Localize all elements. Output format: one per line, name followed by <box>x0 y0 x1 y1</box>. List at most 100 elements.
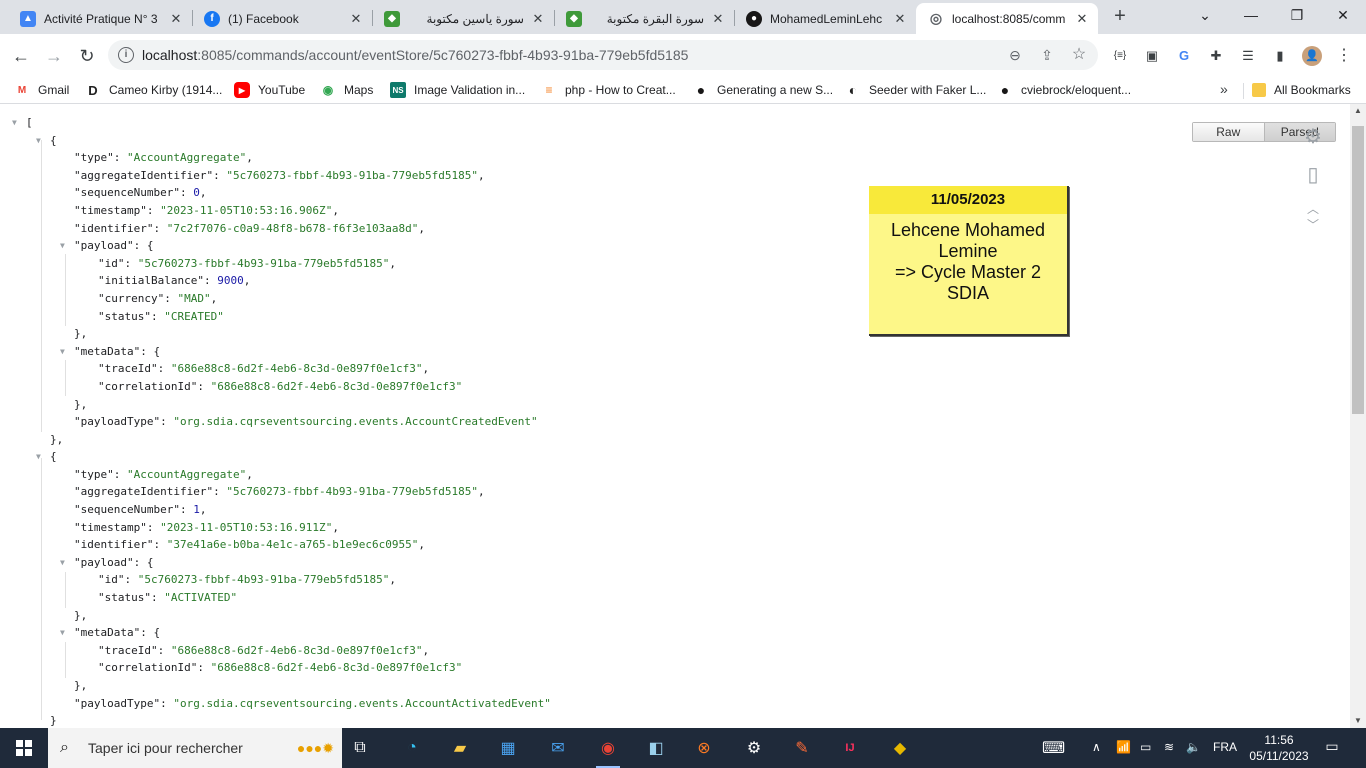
menu-dots-icon[interactable]: ⋮ <box>1334 46 1354 66</box>
bookmark-gmail[interactable]: M Gmail <box>14 81 70 99</box>
notification-center-icon[interactable]: ▭ <box>1322 738 1342 758</box>
collapse-toggle-icon[interactable]: ▼ <box>60 624 70 642</box>
raw-button[interactable]: Raw <box>1193 123 1264 141</box>
close-icon[interactable]: ✕ <box>892 11 908 27</box>
scroll-down-arrow-icon[interactable]: ▼ <box>1350 714 1366 728</box>
file-explorer-icon[interactable]: ▰ <box>440 732 480 764</box>
quran-book-icon: ◆ <box>566 10 582 27</box>
store-icon[interactable]: ▦ <box>488 732 528 764</box>
tab-localhost[interactable]: ◎ localhost:8085/comm ✕ <box>916 3 1098 34</box>
all-bookmarks-button[interactable]: All Bookmarks <box>1252 81 1351 99</box>
bookmark-youtube[interactable]: ▶ YouTube <box>234 81 305 99</box>
collapse-toggle-icon[interactable]: ▼ <box>60 343 70 361</box>
tab-surat-baqara[interactable]: ◆ سورة البقرة مكتوبة ✕ <box>554 3 734 34</box>
back-button[interactable]: ← <box>8 43 34 69</box>
tab-activite[interactable]: ▲ Activité Pratique N° 3 ✕ <box>8 3 192 34</box>
minimize-button[interactable]: — <box>1228 0 1274 30</box>
collapse-toggle-icon[interactable]: ▼ <box>12 114 22 132</box>
json-punct: , <box>210 291 218 305</box>
close-icon[interactable]: ✕ <box>1074 11 1090 27</box>
new-tab-button[interactable]: + <box>1108 5 1132 29</box>
bookmark-seeder-faker[interactable]: ◐ Seeder with Faker L... <box>845 81 987 99</box>
taskbar-clock[interactable]: 11:56 05/11/2023 <box>1248 732 1310 764</box>
url-text[interactable]: localhost:8085/commands/account/eventSto… <box>142 47 688 63</box>
notes-app-icon[interactable]: ◧ <box>636 732 676 764</box>
collapse-toggle-icon[interactable]: ▼ <box>36 448 46 466</box>
tab-github[interactable]: ● MohamedLeminLehc ✕ <box>734 3 916 34</box>
tab-facebook[interactable]: f (1) Facebook ✕ <box>192 3 372 34</box>
media-extension-icon[interactable]: ▣ <box>1142 46 1162 66</box>
xampp-icon[interactable]: ⊗ <box>684 732 724 764</box>
maximize-button[interactable]: ❐ <box>1274 0 1320 30</box>
address-bar[interactable]: i localhost:8085/commands/account/eventS… <box>108 40 1098 70</box>
scroll-up-arrow-icon[interactable]: ▲ <box>1350 104 1366 118</box>
bookmark-star-icon[interactable]: ☆ <box>1070 46 1088 64</box>
tab-surat-yasin[interactable]: ◆ سورة ياسين مكتوبة ✕ <box>372 3 554 34</box>
scrollbar-thumb[interactable] <box>1352 126 1364 414</box>
json-string: "org.sdia.cqrseventsourcing.events.Accou… <box>173 415 538 429</box>
taskbar-search-box[interactable]: ⌕ Taper ici pour rechercher ●●●✹ <box>48 728 342 768</box>
zoom-icon[interactable]: ⊖ <box>1006 46 1024 64</box>
bookmark-cviebrock[interactable]: ● cviebrock/eloquent... <box>997 81 1131 99</box>
json-key: "timestamp" <box>74 203 147 217</box>
collapse-toggle-icon[interactable]: ▼ <box>36 132 46 150</box>
reload-button[interactable]: ↻ <box>74 43 100 69</box>
close-icon[interactable]: ✕ <box>530 11 546 27</box>
volume-icon[interactable]: 🔈 <box>1186 740 1201 754</box>
expand-down-icon[interactable]: ﹀ <box>1300 216 1326 233</box>
json-punct: }, <box>74 397 88 411</box>
edge-icon[interactable]: ◔ <box>392 732 432 764</box>
task-view-icon[interactable]: ⧉ <box>340 732 380 764</box>
chrome-icon[interactable]: ◉ <box>588 732 628 768</box>
close-icon[interactable]: ✕ <box>168 11 184 27</box>
mail-icon[interactable]: ✉ <box>538 732 578 764</box>
site-info-icon[interactable]: i <box>118 47 134 63</box>
json-text: 37e41a6e-b0ba-4e1c-a765-b1e9ec6c0955 <box>173 538 412 552</box>
forward-button[interactable]: → <box>41 43 67 69</box>
json-formatter-extension-icon[interactable]: {≡} <box>1110 46 1130 66</box>
intellij-icon[interactable]: IJ <box>830 732 870 764</box>
json-text: 2023-11-05T10:53:16.911Z <box>166 520 326 534</box>
globe-icon: ◎ <box>928 10 944 27</box>
collapse-toggle-icon[interactable]: ▼ <box>60 237 70 255</box>
close-icon[interactable]: ✕ <box>348 11 364 27</box>
collapse-up-icon[interactable]: ︿ <box>1300 200 1326 217</box>
tray-network-icon[interactable]: 📶 <box>1116 740 1131 754</box>
profile-avatar[interactable]: 👤 <box>1302 46 1322 66</box>
vertical-scrollbar[interactable]: ▲ ▼ <box>1350 104 1366 728</box>
reading-list-icon[interactable]: ☰ <box>1238 46 1258 66</box>
battery-icon[interactable]: ▭ <box>1140 740 1151 754</box>
json-punct: , <box>199 186 207 200</box>
collapse-toggle-icon[interactable]: ▼ <box>60 554 70 572</box>
google-translate-icon[interactable]: G <box>1174 46 1194 66</box>
postman-icon[interactable]: ✎ <box>782 732 822 764</box>
keyboard-icon[interactable]: ⌨ <box>1042 738 1065 758</box>
share-icon[interactable]: ⇪ <box>1038 46 1056 64</box>
bookmark-cameo-kirby[interactable]: D Cameo Kirby (1914... <box>85 81 222 99</box>
git-icon[interactable]: ◆ <box>880 732 920 764</box>
sticky-note[interactable]: 11/05/2023 Lehcene Mohamed Lemine => Cyc… <box>869 186 1069 336</box>
json-punct: { <box>153 344 161 358</box>
bookmark-maps[interactable]: ◉ Maps <box>320 81 374 99</box>
start-button[interactable] <box>0 728 48 768</box>
json-string: "686e88c8-6d2f-4eb6-8c3d-0e897f0e1cf3" <box>210 379 463 393</box>
close-icon[interactable]: ✕ <box>710 11 726 27</box>
github-icon: ● <box>696 82 706 98</box>
settings-icon[interactable]: ⚙ <box>734 732 774 764</box>
clock-time: 11:56 <box>1264 733 1294 747</box>
json-punct: { <box>146 555 154 569</box>
bookmark-image-validation[interactable]: NS Image Validation in... <box>390 81 525 99</box>
side-panel-icon[interactable]: ▮ <box>1270 46 1290 66</box>
bookmarks-overflow-icon[interactable]: » <box>1220 81 1228 97</box>
language-indicator[interactable]: FRA <box>1213 740 1237 754</box>
copy-document-icon[interactable]: ▯ <box>1300 162 1326 187</box>
tray-chevron-icon[interactable]: ∧ <box>1092 740 1101 754</box>
extensions-puzzle-icon[interactable]: ✚ <box>1206 46 1226 66</box>
tab-search-button[interactable]: ⌄ <box>1182 0 1228 30</box>
json-key: "initialBalance" <box>98 274 204 288</box>
bookmark-generating-ssh[interactable]: ● Generating a new S... <box>693 81 833 99</box>
settings-gear-icon[interactable]: ⚙ <box>1300 124 1326 149</box>
bookmark-stackoverflow[interactable]: ≡ php - How to Creat... <box>541 81 675 99</box>
close-window-button[interactable]: ✕ <box>1320 0 1366 30</box>
wifi-icon[interactable]: ≋ <box>1164 740 1174 754</box>
